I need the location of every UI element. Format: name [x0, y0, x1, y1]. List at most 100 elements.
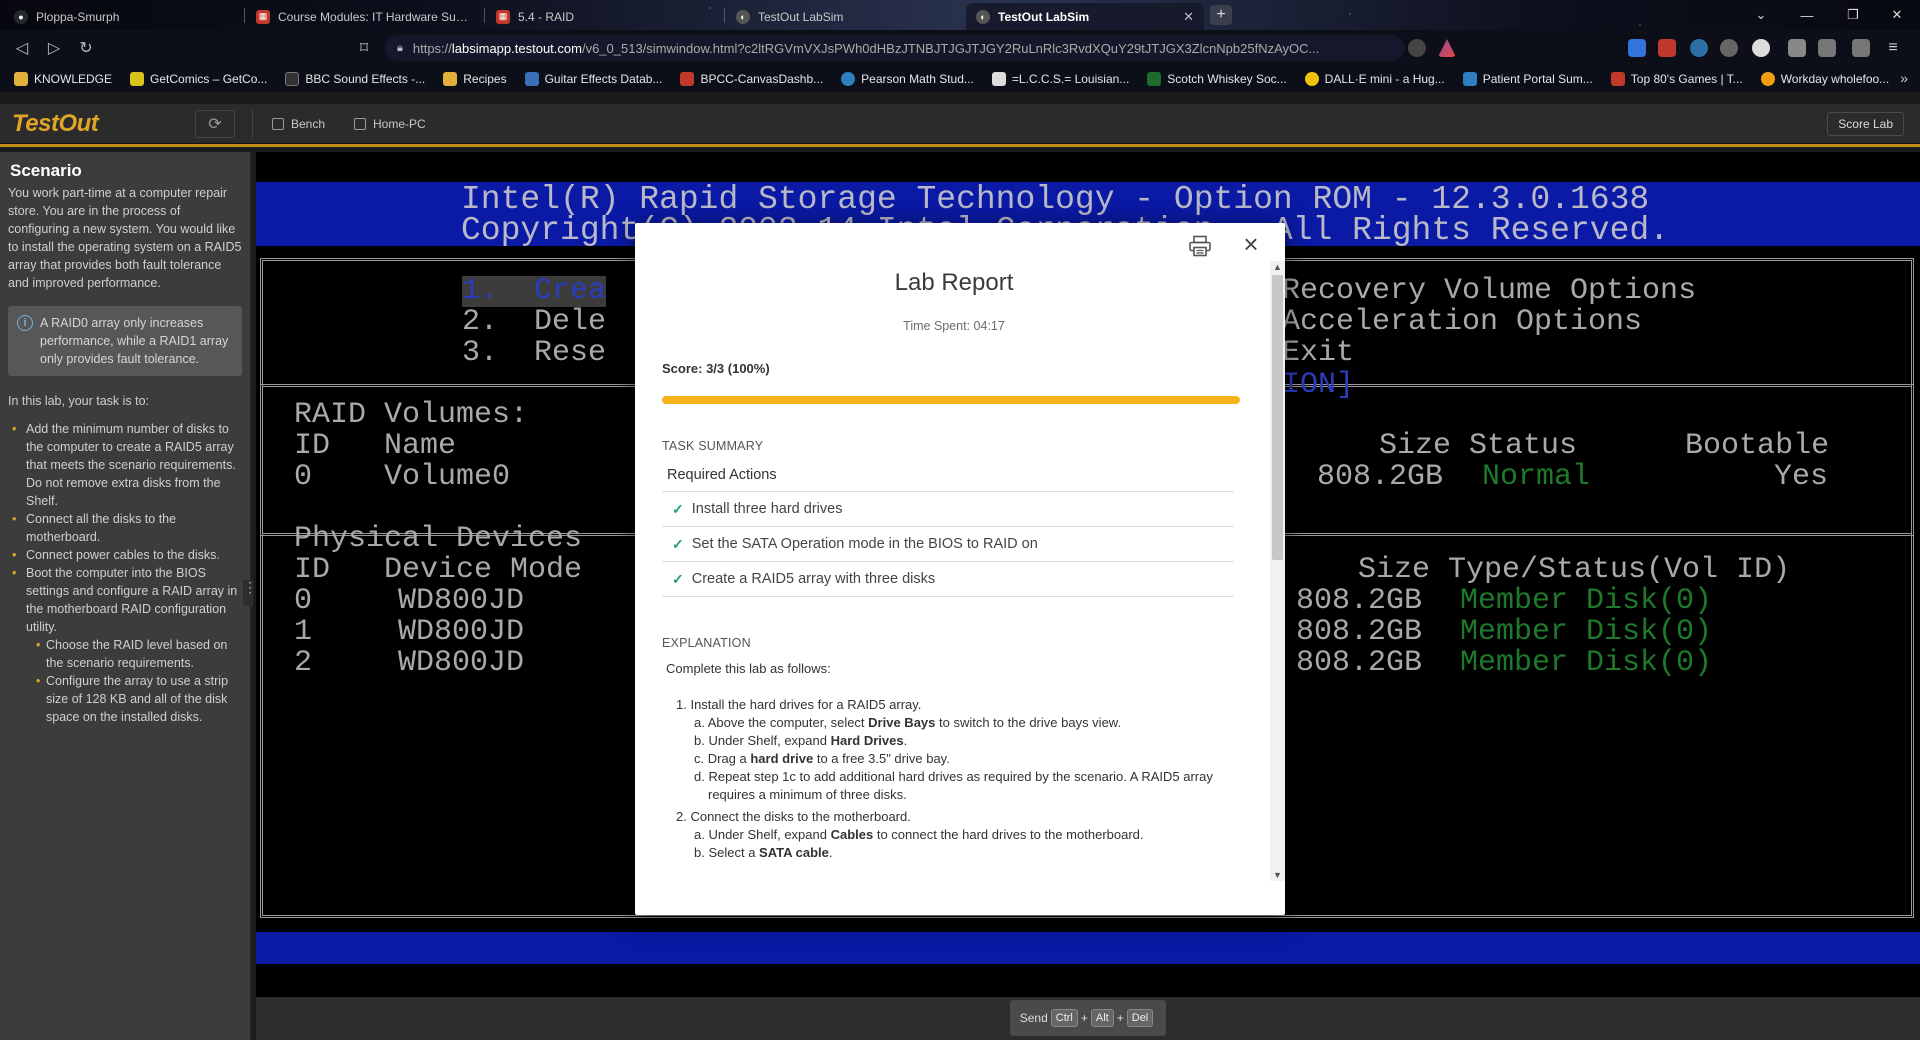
scrollbar-thumb[interactable] — [1272, 275, 1283, 560]
score-progress-fill — [662, 396, 1240, 404]
minimize-icon[interactable]: — — [1784, 0, 1830, 30]
pearson-icon — [841, 72, 856, 86]
task-item: Connect power cables to the disks. — [8, 546, 242, 564]
device-row-id: 0 — [294, 584, 313, 618]
volume-row-name: 0 Volume0 — [294, 460, 511, 494]
address-bar[interactable]: 🔒︎ https:// labsimapp.testout.com /v6_0_… — [385, 35, 1405, 61]
device-row-model: WD800JD — [398, 584, 525, 618]
extension-icon[interactable] — [1658, 39, 1676, 57]
device-row-status: Member Disk(0) — [1460, 584, 1713, 618]
bookmark-item[interactable]: Recipes — [443, 72, 507, 86]
brave-shield-icon[interactable] — [1408, 39, 1426, 57]
scenario-panel: Scenario You work part-time at a compute… — [0, 152, 252, 1040]
menu-reset-disks[interactable]: 3. Rese — [462, 338, 606, 369]
bookmark-item[interactable]: Patient Portal Sum... — [1462, 72, 1593, 86]
explanation-substep: b. Select a SATA cable. — [694, 845, 833, 860]
print-icon[interactable] — [1188, 235, 1212, 257]
bookmark-item[interactable]: GetComics – GetCo... — [130, 72, 267, 86]
bookmark-label: =L.C.C.S.= Louisian... — [1011, 72, 1130, 86]
bookmark-label: GetComics – GetCo... — [150, 72, 268, 86]
back-icon[interactable]: ◁ — [10, 37, 34, 59]
canvas-icon — [680, 72, 695, 86]
bookmark-item[interactable]: Pearson Math Stud... — [841, 72, 974, 86]
menu-delete-volume[interactable]: 2. Dele — [462, 307, 606, 338]
device-row-id: 2 — [294, 646, 313, 680]
report-scrollbar[interactable]: ▲ ▼ — [1270, 261, 1285, 881]
bookmark-item[interactable]: DALL·E mini - a Hug... — [1304, 72, 1445, 86]
explanation-body: Complete this lab as follows: 1. Install… — [666, 660, 1246, 862]
extension-icon[interactable] — [1628, 39, 1646, 57]
task-item: Connect all the disks to the motherboard… — [8, 510, 242, 546]
explanation-step: 1. Install the hard drives for a RAID5 a… — [676, 697, 922, 712]
device-row-status: Member Disk(0) — [1460, 646, 1713, 680]
wallet-icon[interactable] — [1852, 39, 1870, 57]
bench-button[interactable]: Bench — [272, 113, 325, 135]
extension-icon[interactable] — [1720, 39, 1738, 57]
task-summary-label: TASK SUMMARY — [662, 439, 764, 453]
bookmark-item[interactable]: BBC Sound Effects -... — [285, 72, 425, 86]
explanation-substep: a. Under Shelf, expand Cables to connect… — [694, 827, 1144, 842]
workday-icon — [1760, 72, 1775, 86]
bios-footer-bar — [256, 932, 1920, 964]
bookmark-item[interactable]: Guitar Effects Datab... — [524, 72, 662, 86]
browser-tab-2[interactable]: ▦ 5.4 - RAID — [486, 3, 724, 30]
bookmark-item[interactable]: BPCC-CanvasDashb... — [680, 72, 823, 86]
send-ctrl-alt-del-button[interactable]: Send Ctrl + Alt + Del — [1010, 1000, 1166, 1036]
volume-row-bootable: Yes — [1774, 460, 1829, 494]
home-pc-button[interactable]: Home-PC — [354, 113, 426, 135]
forward-icon[interactable]: ▷ — [42, 37, 66, 59]
check-icon: ✓ — [672, 535, 684, 552]
extension-icon[interactable] — [1752, 39, 1770, 57]
extensions-puzzle-icon[interactable] — [1788, 39, 1806, 57]
bookmarks-bar: KNOWLEDGE GetComics – GetCo... BBC Sound… — [0, 66, 1920, 92]
browser-tab-1[interactable]: ▦ Course Modules: IT Hardware Suppor — [246, 3, 484, 30]
reload-icon[interactable]: ↻ — [74, 37, 98, 59]
alt-key: Alt — [1090, 1009, 1114, 1027]
bookmark-item[interactable]: Scotch Whiskey Soc... — [1147, 72, 1287, 86]
bookmark-item[interactable]: =L.C.C.S.= Louisian... — [991, 72, 1130, 86]
close-window-icon[interactable]: ✕ — [1874, 0, 1920, 30]
home-pc-label: Home-PC — [373, 117, 426, 131]
scroll-down-icon[interactable]: ▼ — [1270, 869, 1285, 881]
playlist-icon[interactable] — [1818, 39, 1836, 57]
browser-tab-3[interactable]: ◐ TestOut LabSim — [726, 3, 964, 30]
bookmark-item[interactable]: Top 80's Games | T... — [1610, 72, 1743, 86]
required-action-row: ✓ Set the SATA Operation mode in the BIO… — [662, 527, 1234, 562]
tab-search-icon[interactable]: ⌄ — [1738, 0, 1784, 30]
action-label: Create a RAID5 array with three disks — [691, 571, 936, 587]
task-list: Add the minimum number of disks to the c… — [8, 420, 242, 726]
browser-tab-0[interactable]: ● Ploppa-Smurph — [4, 3, 242, 30]
games-icon — [1610, 72, 1625, 86]
explanation-step: 2. Connect the disks to the motherboard. — [676, 809, 911, 824]
close-icon[interactable]: × — [1239, 231, 1263, 257]
score-lab-button[interactable]: Score Lab — [1827, 112, 1904, 136]
subtask-item: Choose the RAID level based on the scena… — [8, 636, 242, 672]
menu-acceleration-options[interactable]: Acceleration Options — [1282, 307, 1642, 338]
lock-icon: 🔒︎ — [397, 41, 403, 54]
menu-recovery-options[interactable]: Recovery Volume Options — [1282, 276, 1696, 307]
volume-row-size: 808.2GB — [1317, 460, 1444, 494]
tab-label: Course Modules: IT Hardware Suppor — [278, 9, 474, 24]
bookmark-label: KNOWLEDGE — [34, 72, 113, 86]
menu-create-volume[interactable]: 1. Crea — [462, 276, 607, 307]
bookmark-item[interactable]: Workday wholefoo... — [1760, 72, 1889, 86]
close-tab-icon[interactable]: ✕ — [1183, 9, 1194, 25]
testout-icon: ◐ — [976, 9, 990, 24]
reset-lab-button[interactable]: ⟳ — [195, 110, 235, 138]
menu-icon[interactable]: ≡ — [1884, 39, 1902, 57]
bookmark-icon[interactable]: ⌑ — [352, 37, 376, 59]
more-bookmarks-icon[interactable]: » — [1900, 70, 1908, 86]
browser-tab-4-active[interactable]: ◐ TestOut LabSim ✕ — [966, 3, 1204, 30]
extension-icon[interactable] — [1690, 39, 1708, 57]
bookmark-item[interactable]: KNOWLEDGE — [14, 72, 112, 86]
restore-icon[interactable]: ❐ — [1830, 0, 1876, 30]
menu-exit[interactable]: Exit — [1282, 338, 1354, 369]
new-tab-button[interactable]: + — [1210, 5, 1232, 25]
scroll-up-icon[interactable]: ▲ — [1270, 261, 1285, 273]
device-row-size: 808.2GB — [1296, 615, 1423, 649]
panel-resize-handle[interactable]: ⋮ — [243, 580, 257, 606]
bookmark-label: DALL·E mini - a Hug... — [1324, 72, 1445, 86]
bench-icon — [272, 118, 284, 130]
del-key: Del — [1126, 1009, 1154, 1027]
huggingface-icon — [1304, 72, 1319, 86]
